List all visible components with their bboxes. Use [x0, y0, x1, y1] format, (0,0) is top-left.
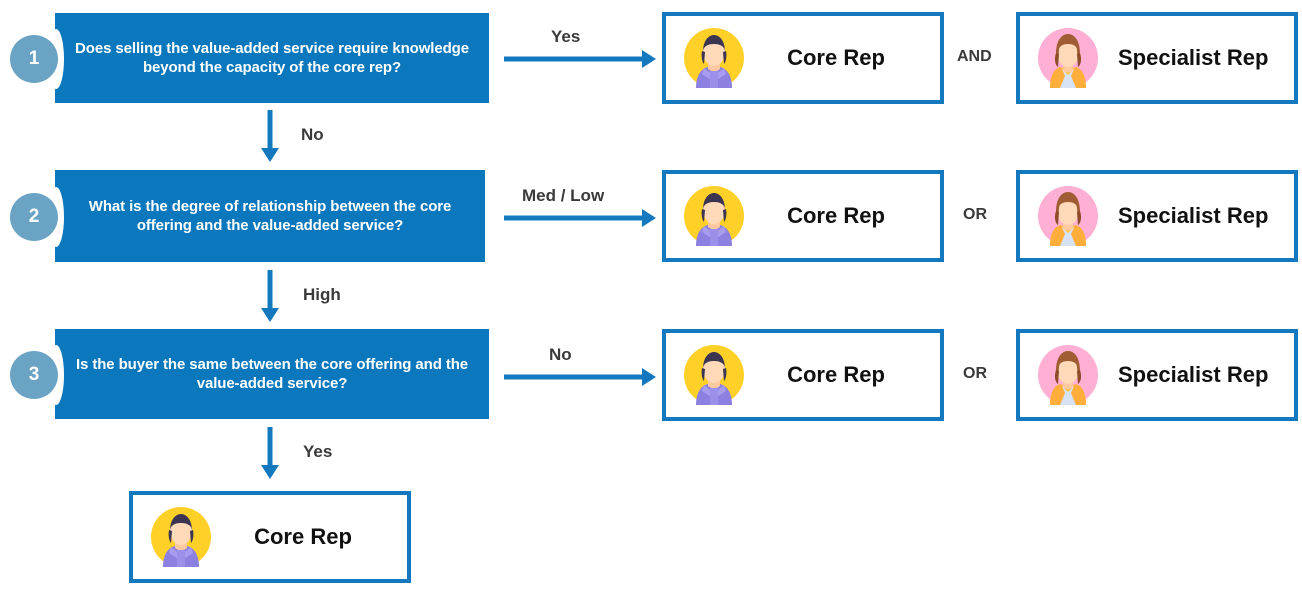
- final-core-rep-box[interactable]: Core Rep: [129, 491, 411, 583]
- branch-label-2: Med / Low: [522, 186, 605, 205]
- question-text-2: What is the degree of relationship betwe…: [88, 198, 452, 234]
- male-avatar-icon: [682, 26, 746, 90]
- step-badge-1: 1: [10, 35, 58, 83]
- next-label-3: Yes: [303, 442, 333, 461]
- outcome-core-rep-label-1: Core Rep: [787, 45, 885, 70]
- question-text-3: Is the buyer the same between the core o…: [75, 356, 469, 392]
- outcome-specialist-rep-label-2: Specialist Rep: [1118, 203, 1269, 228]
- question-text-1: Does selling the value-added service req…: [75, 40, 469, 76]
- branch-arrow-2: [504, 208, 656, 228]
- step-number-1: 1: [28, 48, 40, 69]
- female-avatar-icon: [1036, 184, 1100, 248]
- outcome-specialist-rep-box-3[interactable]: Specialist Rep: [1016, 329, 1298, 421]
- step-badge-2: 2: [10, 193, 58, 241]
- join-label-3: OR: [963, 365, 987, 382]
- branch-label-3: No: [549, 345, 572, 364]
- branch-label-1: Yes: [551, 27, 581, 46]
- branch-arrow-1: [504, 49, 656, 69]
- flowchart-canvas: 1 Does selling the value-added service r…: [0, 0, 1302, 592]
- outcome-specialist-rep-box-2[interactable]: Specialist Rep: [1016, 170, 1298, 262]
- male-avatar-icon: [682, 343, 746, 407]
- outcome-core-rep-label-2: Core Rep: [787, 203, 885, 228]
- join-label-2: OR: [963, 206, 987, 223]
- question-box-2[interactable]: What is the degree of relationship betwe…: [55, 170, 485, 262]
- next-arrow-2: [260, 270, 280, 322]
- question-box-1[interactable]: Does selling the value-added service req…: [55, 13, 489, 103]
- male-avatar-icon: [682, 184, 746, 248]
- branch-arrow-3: [504, 367, 656, 387]
- step-number-3: 3: [28, 364, 40, 385]
- female-avatar-icon: [1036, 343, 1100, 407]
- next-arrow-1: [260, 110, 280, 162]
- outcome-core-rep-box-2[interactable]: Core Rep: [662, 170, 944, 262]
- question-box-3[interactable]: Is the buyer the same between the core o…: [55, 329, 489, 419]
- outcome-specialist-rep-box-1[interactable]: Specialist Rep: [1016, 12, 1298, 104]
- male-avatar-icon: [149, 505, 213, 569]
- join-label-1: AND: [957, 48, 992, 65]
- female-avatar-icon: [1036, 26, 1100, 90]
- step-badge-3: 3: [10, 351, 58, 399]
- outcome-specialist-rep-label-1: Specialist Rep: [1118, 45, 1269, 70]
- next-label-1: No: [301, 125, 324, 144]
- outcome-specialist-rep-label-3: Specialist Rep: [1118, 362, 1269, 387]
- final-core-rep-label: Core Rep: [254, 524, 352, 549]
- next-arrow-3: [260, 427, 280, 479]
- outcome-core-rep-label-3: Core Rep: [787, 362, 885, 387]
- next-label-2: High: [303, 285, 341, 304]
- step-number-2: 2: [28, 206, 40, 227]
- outcome-core-rep-box-1[interactable]: Core Rep: [662, 12, 944, 104]
- outcome-core-rep-box-3[interactable]: Core Rep: [662, 329, 944, 421]
